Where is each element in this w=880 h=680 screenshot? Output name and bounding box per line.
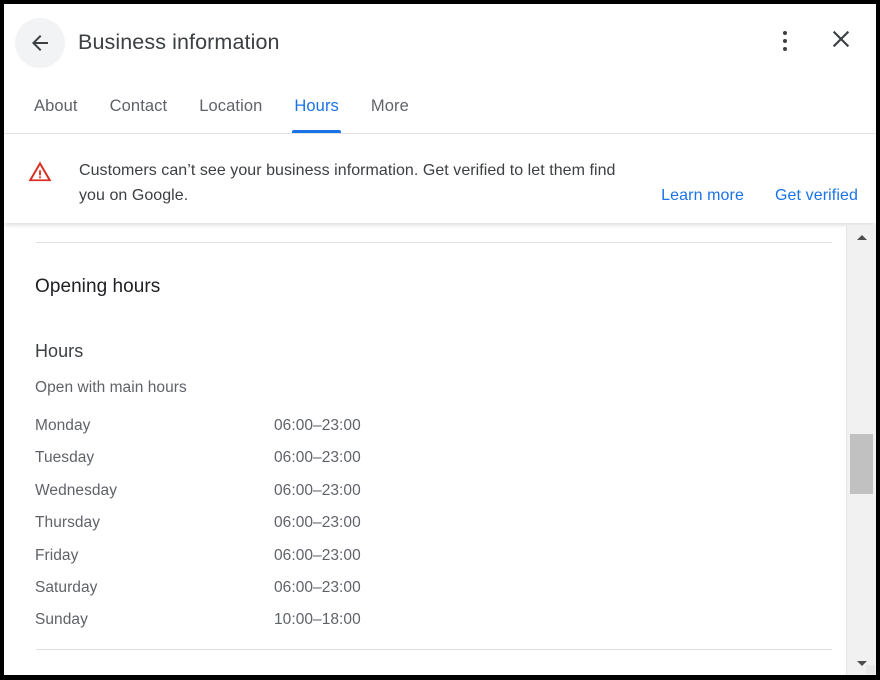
tab-location[interactable]: Location: [183, 82, 278, 133]
hours-day-label: Friday: [35, 546, 79, 564]
window-inner: Business information About Contact Locat…: [4, 4, 876, 675]
hours-status-note: Open with main hours: [35, 379, 187, 396]
warning-message: Customers can’t see your business inform…: [79, 162, 616, 204]
header-actions: [768, 24, 858, 58]
more-vert-icon: [783, 31, 787, 51]
scroll-down-arrow-icon: [856, 660, 867, 666]
hours-day-label: Thursday: [35, 514, 101, 532]
hours-day-label: Sunday: [35, 611, 88, 629]
divider-top: [36, 242, 832, 243]
tab-contact[interactable]: Contact: [94, 82, 184, 133]
tab-about[interactable]: About: [18, 82, 94, 133]
close-button[interactable]: [824, 24, 858, 58]
dialog-header: Business information: [4, 4, 876, 82]
resize-corner: [866, 665, 875, 674]
table-row: Tuesday 06:00–23:00: [4, 442, 846, 474]
back-button[interactable]: [15, 18, 65, 68]
hours-time-value: 10:00–18:00: [274, 611, 361, 629]
hours-day-label: Tuesday: [35, 449, 95, 467]
learn-more-link[interactable]: Learn more: [661, 184, 744, 208]
content-area: Opening hours Hours Open with main hours…: [4, 225, 846, 675]
table-row: Thursday 06:00–23:00: [4, 507, 846, 539]
table-row: Monday 06:00–23:00: [4, 410, 846, 442]
banner-actions: Learn more Get verified: [661, 184, 858, 208]
section-title-opening-hours: Opening hours: [35, 276, 161, 297]
tab-label: More: [370, 97, 409, 115]
tab-label: Location: [199, 97, 263, 115]
arrow-left-icon: [28, 31, 52, 55]
hours-time-value: 06:00–23:00: [274, 449, 361, 467]
table-row: Wednesday 06:00–23:00: [4, 475, 846, 507]
hours-time-value: 06:00–23:00: [274, 578, 361, 596]
tab-label: Contact: [109, 97, 168, 115]
divider-bottom: [36, 649, 832, 650]
scrollbar-thumb[interactable]: [850, 434, 873, 494]
get-verified-link[interactable]: Get verified: [775, 184, 858, 208]
tab-label: Hours: [294, 97, 339, 115]
tab-more[interactable]: More: [355, 82, 425, 133]
page-title: Business information: [78, 30, 280, 54]
tab-label: About: [34, 97, 78, 115]
hours-day-label: Wednesday: [35, 481, 118, 499]
tab-hours[interactable]: Hours: [278, 82, 355, 133]
hours-day-label: Monday: [35, 417, 91, 434]
overflow-menu-button[interactable]: [768, 24, 802, 58]
tab-bar: About Contact Location Hours More: [4, 82, 876, 134]
vertical-scrollbar[interactable]: [846, 225, 876, 675]
hours-time-value: 06:00–23:00: [274, 514, 361, 532]
scroll-up-arrow-icon: [856, 234, 867, 240]
window-frame: Business information About Contact Locat…: [0, 0, 880, 680]
hours-time-value: 06:00–23:00: [274, 546, 361, 564]
table-row: Friday 06:00–23:00: [4, 540, 846, 572]
warning-triangle-icon: [27, 158, 53, 184]
scroll-up-button[interactable]: [847, 225, 876, 249]
hours-time-value: 06:00–23:00: [274, 417, 361, 434]
close-icon: [828, 26, 854, 57]
hours-day-label: Saturday: [35, 578, 98, 596]
table-row: Saturday 06:00–23:00: [4, 572, 846, 604]
hours-time-value: 06:00–23:00: [274, 481, 361, 499]
table-row: Sunday 10:00–18:00: [4, 604, 846, 636]
subsection-title-hours: Hours: [35, 341, 84, 361]
hours-list: Monday 06:00–23:00 Tuesday 06:00–23:00 W…: [4, 410, 846, 637]
